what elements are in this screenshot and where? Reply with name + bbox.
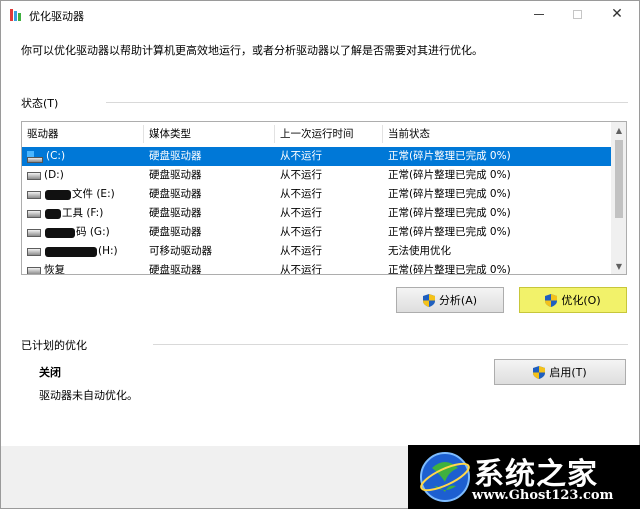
removable-drive-icon	[27, 247, 41, 256]
optimize-drives-window: 优化驱动器 ✕ 你可以优化驱动器以帮助计算机更高效地运行，或者分析驱动器以了解是…	[0, 0, 640, 509]
drive-row-c[interactable]: (C:) 硬盘驱动器 从不运行 正常(碎片整理已完成 0%)	[22, 147, 612, 166]
last-run: 从不运行	[280, 226, 322, 238]
drive-name: 工具 (F:)	[62, 207, 104, 219]
maximize-button[interactable]	[557, 1, 597, 27]
hard-drive-icon	[27, 209, 41, 218]
column-header-drive[interactable]: 驱动器	[22, 122, 144, 146]
hard-drive-icon	[27, 228, 41, 237]
last-run: 从不运行	[280, 207, 322, 219]
redacted-label	[45, 189, 71, 200]
watermark-title: 系统之家	[474, 457, 598, 492]
globe-logo-icon	[420, 452, 470, 502]
redacted-label	[45, 208, 61, 219]
hard-drive-icon	[27, 266, 41, 274]
scheduled-group-divider	[153, 344, 628, 345]
schedule-description: 驱动器未自动优化。	[39, 389, 138, 402]
status-group-label: 状态(T)	[21, 97, 59, 110]
media-type: 硬盘驱动器	[149, 207, 202, 219]
uac-shield-icon	[422, 293, 435, 307]
column-header-media-type[interactable]: 媒体类型	[144, 122, 275, 146]
last-run: 从不运行	[280, 245, 322, 257]
media-type: 硬盘驱动器	[149, 226, 202, 238]
close-icon: ✕	[611, 6, 623, 22]
watermark-url: www.Ghost123.com	[472, 488, 614, 503]
analyze-button-label: 分析(A)	[438, 294, 478, 307]
drive-list[interactable]: 驱动器 媒体类型 上一次运行时间 当前状态 (C:) 硬盘驱动器 从不运行 正常…	[21, 121, 627, 275]
drive-row-h[interactable]: (H:) 可移动驱动器 从不运行 无法使用优化	[22, 242, 612, 261]
maximize-icon	[572, 9, 582, 19]
scroll-up-arrow-icon[interactable]: ▲	[611, 122, 626, 138]
drive-list-scrollbar[interactable]: ▲ ▼	[611, 122, 626, 274]
redacted-label	[45, 227, 75, 238]
media-type: 硬盘驱动器	[149, 150, 202, 162]
drive-rows: (C:) 硬盘驱动器 从不运行 正常(碎片整理已完成 0%) (D:) 硬盘驱动…	[22, 147, 612, 275]
hard-drive-icon	[27, 190, 41, 199]
optimize-button[interactable]: 优化(O)	[519, 287, 627, 313]
status-group-divider	[106, 102, 628, 103]
drive-name: 码 (G:)	[76, 226, 110, 238]
drive-name: (H:)	[98, 245, 118, 257]
drive-name: (C:)	[46, 150, 66, 162]
column-header-last-run[interactable]: 上一次运行时间	[275, 122, 383, 146]
last-run: 从不运行	[280, 150, 322, 162]
drive-row-f[interactable]: 工具 (F:) 硬盘驱动器 从不运行 正常(碎片整理已完成 0%)	[22, 204, 612, 223]
close-button[interactable]: ✕	[597, 1, 637, 27]
uac-shield-icon	[545, 293, 558, 307]
minimize-button[interactable]	[519, 1, 559, 27]
drive-row-g[interactable]: 码 (G:) 硬盘驱动器 从不运行 正常(碎片整理已完成 0%)	[22, 223, 612, 242]
optimize-button-label: 优化(O)	[561, 294, 601, 307]
drive-row-e[interactable]: 文件 (E:) 硬盘驱动器 从不运行 正常(碎片整理已完成 0%)	[22, 185, 612, 204]
uac-shield-icon	[533, 365, 546, 379]
scroll-thumb[interactable]	[615, 140, 623, 218]
analyze-button[interactable]: 分析(A)	[396, 287, 504, 313]
drive-name: (D:)	[44, 169, 64, 181]
media-type: 可移动驱动器	[149, 245, 212, 257]
minimize-icon	[534, 13, 544, 15]
watermark-overlay: 系统之家 www.Ghost123.com	[408, 445, 640, 509]
current-status: 正常(碎片整理已完成 0%)	[388, 169, 511, 181]
drive-row-d[interactable]: (D:) 硬盘驱动器 从不运行 正常(碎片整理已完成 0%)	[22, 166, 612, 185]
drive-name: 恢复	[44, 264, 65, 275]
enable-schedule-button[interactable]: 启用(T)	[494, 359, 626, 385]
drive-name: 文件 (E:)	[72, 188, 115, 200]
window-title: 优化驱动器	[29, 10, 84, 23]
defrag-app-icon	[10, 9, 21, 21]
last-run: 从不运行	[280, 264, 322, 275]
current-status: 正常(碎片整理已完成 0%)	[388, 207, 511, 219]
system-drive-icon	[27, 150, 43, 163]
last-run: 从不运行	[280, 188, 322, 200]
window-description: 你可以优化驱动器以帮助计算机更高效地运行，或者分析驱动器以了解是否需要对其进行优…	[21, 44, 483, 57]
title-bar[interactable]: 优化驱动器 ✕	[1, 1, 639, 29]
current-status: 正常(碎片整理已完成 0%)	[388, 188, 511, 200]
schedule-status: 关闭	[39, 366, 61, 379]
media-type: 硬盘驱动器	[149, 264, 202, 275]
current-status: 正常(碎片整理已完成 0%)	[388, 150, 511, 162]
drive-list-header: 驱动器 媒体类型 上一次运行时间 当前状态	[22, 122, 626, 146]
scheduled-group-label: 已计划的优化	[21, 339, 87, 352]
current-status: 无法使用优化	[388, 245, 451, 257]
current-status: 正常(碎片整理已完成 0%)	[388, 226, 511, 238]
last-run: 从不运行	[280, 169, 322, 181]
redacted-label	[45, 246, 97, 257]
current-status: 正常(碎片整理已完成 0%)	[388, 264, 511, 275]
media-type: 硬盘驱动器	[149, 169, 202, 181]
scroll-down-arrow-icon[interactable]: ▼	[611, 258, 626, 274]
enable-button-label: 启用(T)	[549, 366, 587, 379]
media-type: 硬盘驱动器	[149, 188, 202, 200]
hard-drive-icon	[27, 171, 41, 180]
column-header-current-status[interactable]: 当前状态	[383, 122, 612, 146]
drive-row-recovery[interactable]: 恢复 硬盘驱动器 从不运行 正常(碎片整理已完成 0%)	[22, 261, 612, 275]
